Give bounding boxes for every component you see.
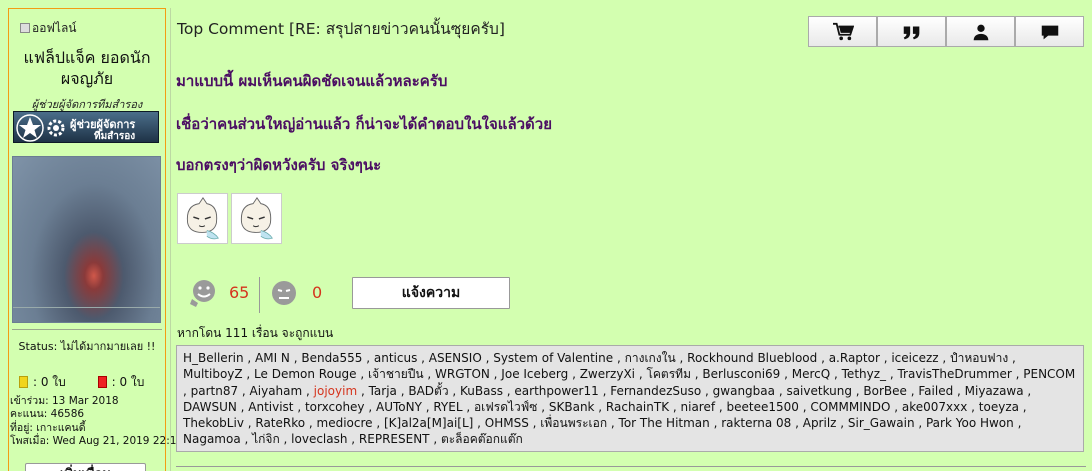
user-points: คะแนน: 46586: [10, 408, 85, 421]
post-main: Top Comment [RE: สรุปสายข่าวคนนั้นซุยครั…: [170, 0, 1092, 471]
profile-button[interactable]: [946, 16, 1015, 47]
offline-indicator-icon: [20, 23, 30, 33]
gear-icon: [47, 119, 65, 137]
username[interactable]: แฟล็ปแจ็ค ยอดนักผจญภัย: [9, 47, 165, 89]
like-separator: [259, 277, 260, 313]
quote-button[interactable]: [877, 16, 946, 47]
user-meta: เข้าร่วม: 13 Mar 2018 คะแนน: 46586 ที่อย…: [10, 395, 183, 448]
post-line-2: เชื่อว่าคนส่วนใหญ่อ่านแล้ว ก็น่าจะได้คำต…: [176, 115, 553, 133]
cat-sticker-icon: [231, 193, 282, 244]
post-action-buttons: [808, 16, 1084, 47]
post-title: Top Comment [RE: สรุปสายข่าวคนนั้นซุยครั…: [177, 20, 505, 38]
likers-list: H_Bellerin , AMI N , Benda555 , anticus …: [176, 345, 1084, 452]
post-bottom-divider: [176, 466, 1086, 467]
like-rule-note: หากโดน 111 เรื่อน จะถูกแบน: [177, 326, 334, 340]
role-badge-line2: ทีมสำรอง: [94, 131, 136, 142]
user-location: ที่อยู่: เกาะแคนดี้: [10, 421, 86, 434]
like-count: 65: [229, 283, 250, 302]
dislike-face-icon[interactable]: [270, 279, 298, 307]
role-badge: ผู้ช่วยผู้จัดการ ทีมสำรอง: [13, 111, 159, 143]
star-icon: [16, 114, 44, 142]
cart-icon: [832, 22, 854, 40]
user-status-text: Status: ไม่ได้มากมายเลย !!: [18, 340, 156, 353]
add-friend-button[interactable]: เพิ่มเพื่อน: [25, 463, 146, 471]
dislike-count: 0: [312, 283, 323, 302]
user-panel: ออฟไลน์ แฟล็ปแจ็ค ยอดนักผจญภัย ผู้ช่วยผู…: [8, 8, 183, 471]
online-status: ออฟไลน์: [20, 19, 77, 38]
post-line-3: บอกตรงๆว่าผิดหวังครับ จริงๆนะ: [176, 156, 382, 174]
yellow-card-count: : 0 ใบ: [33, 375, 66, 389]
message-icon: [1041, 25, 1058, 39]
card-counts: : 0 ใบ : 0 ใบ: [19, 373, 159, 392]
report-button[interactable]: แจ้งความ: [352, 277, 510, 309]
cat-sticker-icon: [177, 193, 228, 244]
cart-button[interactable]: [808, 16, 877, 47]
avatar[interactable]: [12, 156, 161, 323]
likers-highlight[interactable]: jojoyim: [314, 384, 357, 398]
user-icon: [973, 24, 988, 40]
message-button[interactable]: [1015, 16, 1084, 47]
yellow-card-icon: [19, 376, 28, 388]
post-line-1: มาแบบนี้ ผมเห็นคนผิดชัดเจนแล้วหละครับ: [176, 72, 448, 90]
red-card-count: : 0 ใบ: [111, 375, 145, 389]
post-time: โพสเมื่อ: Wed Aug 21, 2019 22:15: [10, 434, 184, 447]
quote-icon: [903, 26, 919, 39]
join-date: เข้าร่วม: 13 Mar 2018: [10, 395, 119, 407]
divider: [12, 329, 162, 330]
like-face-icon[interactable]: [188, 277, 220, 309]
red-card-icon: [97, 376, 107, 388]
column-divider: [170, 8, 171, 471]
